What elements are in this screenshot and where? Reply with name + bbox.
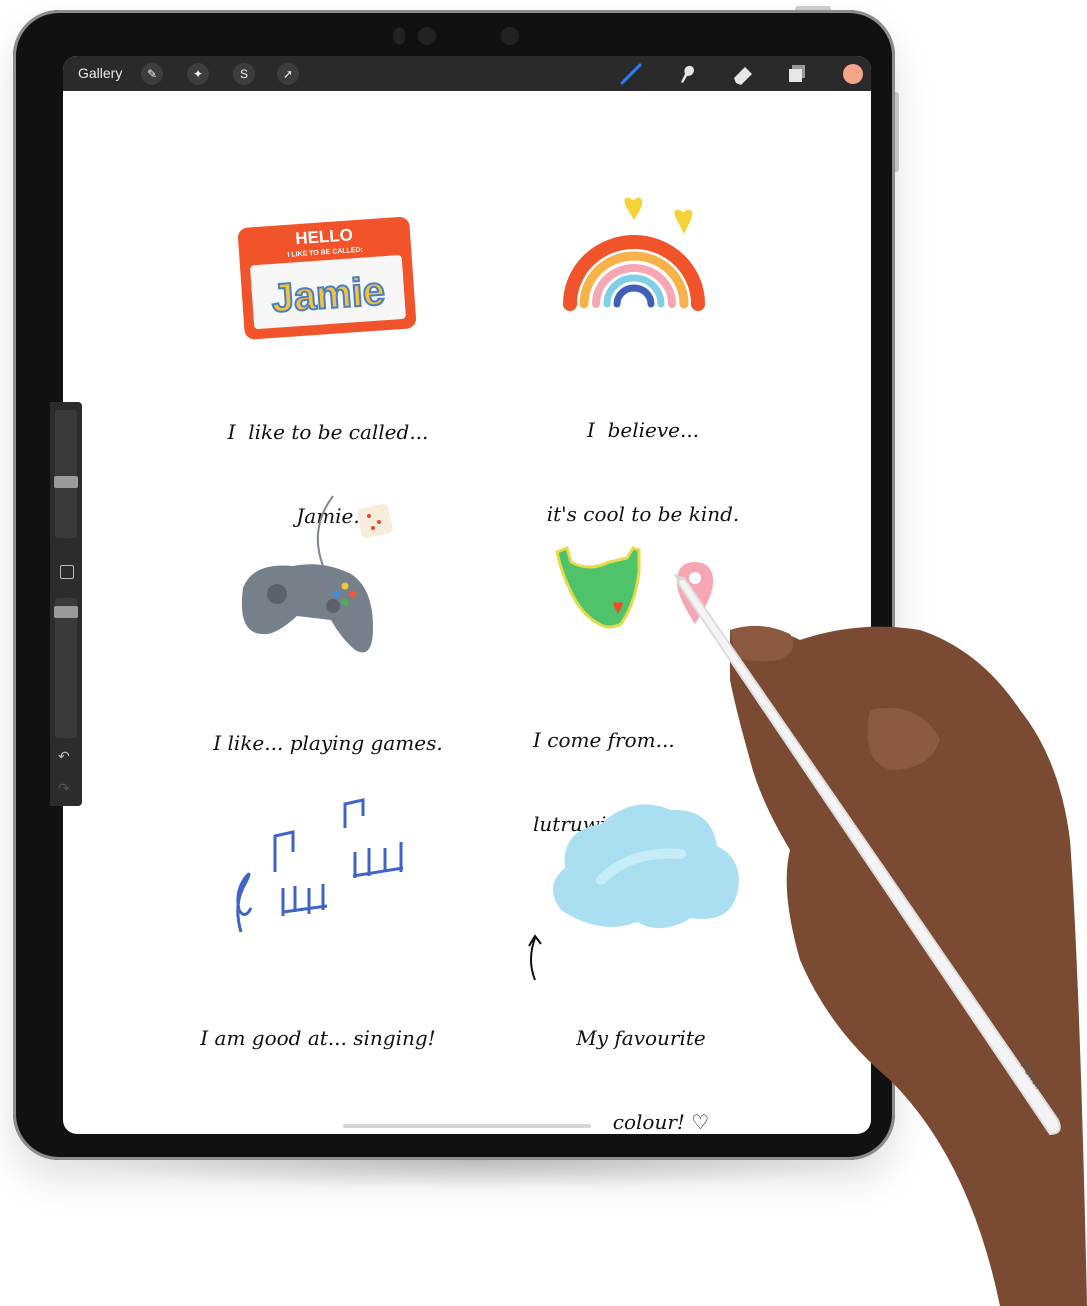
camera-lens [418, 27, 436, 45]
brush-size-slider[interactable] [55, 410, 77, 538]
brush-icon[interactable] [619, 62, 643, 86]
wrench-icon[interactable]: ✎ [141, 63, 163, 85]
magic-wand-icon[interactable]: ✦ [187, 63, 209, 85]
redo-icon[interactable]: ↷ [58, 780, 70, 797]
arrow-transform-icon[interactable]: ➚ [277, 63, 299, 85]
game-controller-sticker [241, 495, 393, 653]
gallery-button[interactable]: Gallery [78, 65, 122, 81]
opacity-slider[interactable] [55, 598, 77, 738]
selection-icon[interactable]: S [233, 63, 255, 85]
name-tag-sticker: HELLO I LIKE TO BE CALLED: Jamie [237, 216, 417, 340]
hand-with-pencil: Pencil [674, 574, 1087, 1306]
opacity-thumb[interactable] [54, 606, 78, 618]
dice-icon [357, 503, 393, 539]
caption-line: I am good at... singing! [200, 1026, 436, 1050]
tag-name: Jamie [270, 269, 386, 321]
layers-icon[interactable] [785, 62, 809, 86]
rainbow-sticker [563, 197, 705, 311]
heart-icon [624, 197, 643, 220]
heart-icon [674, 209, 693, 234]
caption-line: it's cool to be kind. [546, 502, 740, 526]
color-picker-button[interactable] [843, 64, 863, 84]
music-notes-sticker [236, 798, 404, 933]
sensor [501, 27, 519, 45]
caption-line: I like to be called... [227, 420, 429, 444]
smudge-icon[interactable] [675, 62, 699, 86]
home-indicator[interactable] [343, 1124, 591, 1128]
undo-icon[interactable]: ↶ [58, 748, 70, 765]
app-toolbar: Gallery ✎ ✦ S ➚ [63, 56, 871, 91]
modify-button[interactable] [60, 565, 74, 579]
brush-sidebar: ↶ ↷ [50, 402, 82, 806]
eraser-icon[interactable] [731, 62, 755, 86]
caption-line: I like... playing games. [213, 731, 443, 755]
camera [393, 27, 405, 45]
tag-title: HELLO [295, 225, 354, 248]
brush-size-thumb[interactable] [54, 476, 78, 488]
caption-singing: I am good at... singing! [173, 968, 463, 1108]
caption-line: I believe... [586, 418, 700, 442]
